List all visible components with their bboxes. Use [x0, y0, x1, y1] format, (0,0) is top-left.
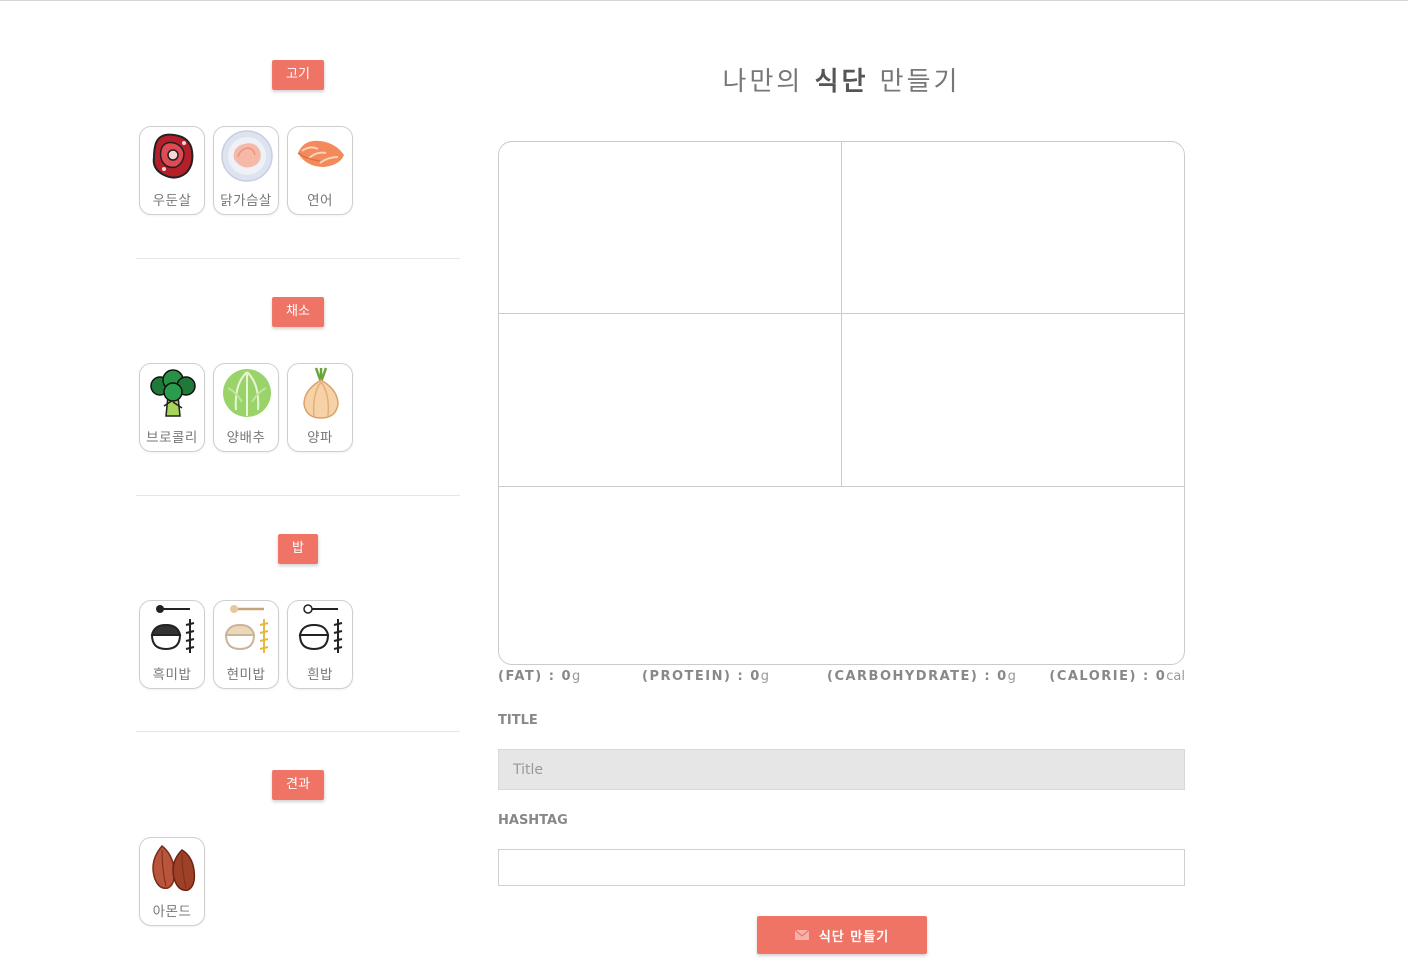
black-rice-icon: [150, 605, 195, 653]
create-meal-label: 식단 만들기: [818, 929, 890, 945]
plate-slot-5[interactable]: [499, 487, 1184, 664]
food-item-label: 우둔살: [152, 193, 192, 209]
food-item-chicken-breast[interactable]: 닭가슴살: [213, 126, 279, 215]
food-item-brown-rice[interactable]: 현미밥: [213, 600, 279, 689]
food-item-almond[interactable]: 아몬드: [139, 837, 205, 926]
envelope-icon: [794, 930, 809, 940]
food-item-label: 현미밥: [226, 667, 266, 683]
category-divider: [136, 495, 460, 496]
page-title: 나만의 식단 만들기: [722, 67, 961, 97]
title-input[interactable]: [498, 749, 1185, 790]
food-item-label: 연어: [307, 193, 333, 209]
food-item-onion[interactable]: 양파: [287, 363, 353, 452]
title-label: TITLE: [498, 713, 538, 728]
onion-icon: [303, 367, 339, 419]
almond-icon: [152, 844, 196, 891]
nutrition-fat: (FAT) : 0g: [498, 669, 581, 684]
hashtag-input[interactable]: [498, 849, 1185, 886]
salmon-icon: [297, 140, 344, 167]
plate-slot-3[interactable]: [499, 314, 842, 487]
white-rice-icon: [298, 604, 343, 653]
food-item-cabbage[interactable]: 양배추: [213, 363, 279, 452]
category-button-rice[interactable]: 밥: [278, 534, 318, 564]
food-item-white-rice[interactable]: 흰밥: [287, 600, 353, 689]
plate-slot-2[interactable]: [842, 142, 1184, 314]
food-item-broccoli[interactable]: 브로콜리: [139, 363, 205, 452]
create-meal-button[interactable]: 식단 만들기: [757, 916, 927, 954]
nutrition-protein: (PROTEIN) : 0g: [642, 669, 769, 684]
category-button-meat[interactable]: 고기: [272, 60, 324, 90]
brown-rice-icon: [224, 605, 269, 653]
plate-slot-1[interactable]: [499, 142, 842, 314]
category-button-nuts[interactable]: 견과: [272, 770, 324, 800]
category-button-vegetable[interactable]: 채소: [272, 297, 324, 327]
food-item-salmon[interactable]: 연어: [287, 126, 353, 215]
category-divider: [136, 258, 460, 259]
food-item-label: 브로콜리: [146, 430, 198, 446]
food-item-label: 흑미밥: [152, 667, 192, 683]
category-divider: [136, 731, 460, 732]
food-item-label: 양파: [307, 430, 333, 446]
food-item-label: 양배추: [226, 430, 266, 446]
nutrition-carbohydrate: (CARBOHYDRATE) : 0g: [827, 669, 1016, 684]
beef-steak-icon: [152, 133, 194, 179]
chicken-breast-icon: [221, 130, 273, 182]
cabbage-icon: [223, 369, 271, 417]
meal-plate: [498, 141, 1185, 665]
food-item-label: 닭가슴살: [220, 193, 272, 209]
broccoli-icon: [150, 369, 196, 417]
food-item-label: 아몬드: [152, 904, 192, 920]
plate-slot-4[interactable]: [842, 314, 1184, 487]
food-item-beef[interactable]: 우둔살: [139, 126, 205, 215]
food-item-black-rice[interactable]: 흑미밥: [139, 600, 205, 689]
hashtag-label: HASHTAG: [498, 813, 568, 828]
food-item-label: 흰밥: [307, 667, 333, 683]
nutrition-calorie: (CALORIE) : 0cal: [1049, 669, 1185, 684]
